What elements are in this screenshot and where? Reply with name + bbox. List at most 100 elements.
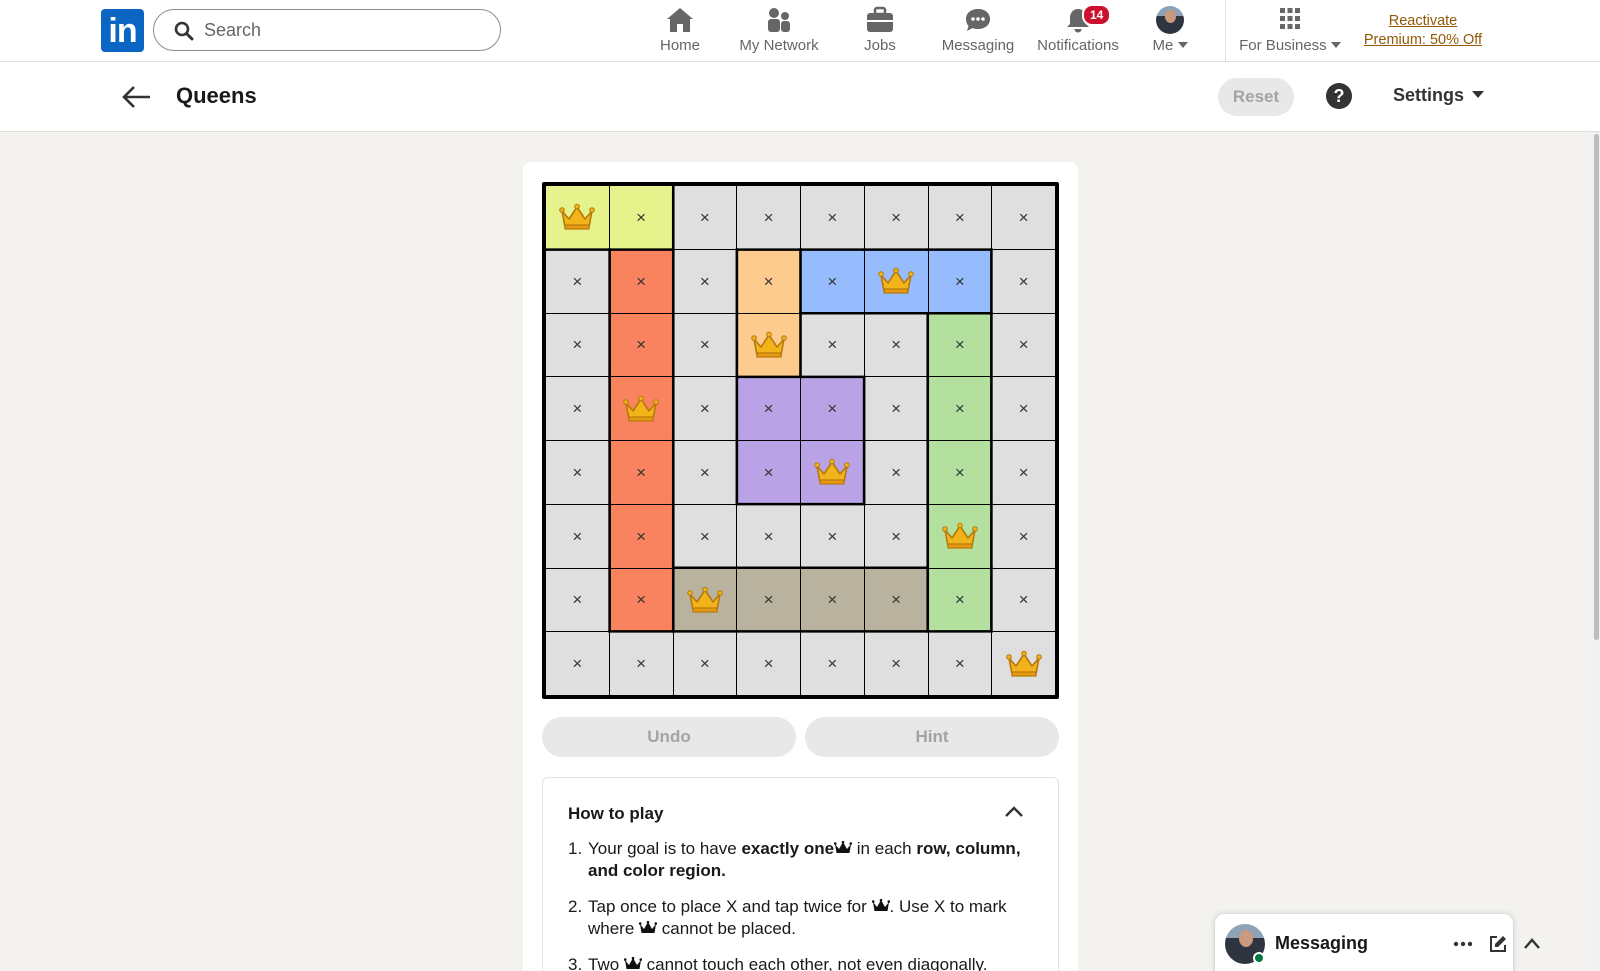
board-cell[interactable] bbox=[928, 504, 992, 568]
board-cell[interactable]: × bbox=[609, 249, 673, 313]
board-cell[interactable]: × bbox=[928, 568, 992, 632]
search-box[interactable] bbox=[153, 9, 501, 51]
board-cell[interactable]: × bbox=[801, 568, 864, 632]
board-cell[interactable]: × bbox=[737, 568, 800, 632]
board-cell[interactable]: × bbox=[801, 504, 864, 568]
x-mark: × bbox=[699, 462, 710, 482]
search-input[interactable] bbox=[204, 18, 484, 42]
board-cell[interactable]: × bbox=[673, 504, 737, 568]
undo-button[interactable]: Undo bbox=[542, 717, 796, 757]
messaging-dock[interactable]: Messaging bbox=[1214, 913, 1540, 971]
board-cell[interactable]: × bbox=[928, 377, 992, 440]
nav-me[interactable]: Me bbox=[1145, 6, 1195, 56]
x-mark: × bbox=[891, 335, 902, 355]
board-cell[interactable]: × bbox=[546, 504, 609, 568]
board-cell[interactable]: × bbox=[609, 313, 673, 377]
nav-for-business[interactable]: For Business bbox=[1238, 6, 1342, 56]
board-cell[interactable] bbox=[546, 186, 609, 249]
board-cell[interactable]: × bbox=[609, 186, 673, 249]
board-cell[interactable]: × bbox=[737, 249, 800, 313]
board-cell[interactable]: × bbox=[801, 313, 864, 377]
linkedin-logo[interactable]: in bbox=[101, 9, 144, 52]
chevron-down-icon bbox=[1330, 42, 1341, 48]
board-cell[interactable]: × bbox=[928, 249, 992, 313]
nav-jobs[interactable]: Jobs bbox=[855, 6, 905, 56]
nav-notifications[interactable]: 14 Notifications bbox=[1033, 4, 1123, 56]
hint-button[interactable]: Hint bbox=[805, 717, 1059, 757]
how-to-play-panel: How to play 1. Your goal is to have exact… bbox=[542, 777, 1059, 971]
help-icon[interactable]: ? bbox=[1326, 83, 1352, 109]
board-cell[interactable]: × bbox=[673, 313, 737, 377]
board-cell[interactable]: × bbox=[609, 632, 673, 695]
board-cell[interactable]: × bbox=[864, 632, 928, 695]
settings-button[interactable]: Settings bbox=[1393, 85, 1485, 106]
compose-icon[interactable] bbox=[1488, 934, 1508, 954]
board-cell[interactable]: × bbox=[673, 186, 737, 249]
chevron-up-icon[interactable] bbox=[1522, 934, 1542, 954]
board-cell[interactable]: × bbox=[546, 249, 609, 313]
board-cell[interactable]: × bbox=[737, 377, 800, 440]
board-cell[interactable]: × bbox=[864, 568, 928, 632]
x-mark: × bbox=[954, 399, 965, 419]
nav-home[interactable]: Home bbox=[650, 6, 710, 56]
board-cell[interactable]: × bbox=[992, 313, 1055, 377]
x-mark: × bbox=[827, 271, 838, 291]
board-cell[interactable]: × bbox=[864, 504, 928, 568]
board-cell[interactable] bbox=[801, 441, 864, 504]
board-cell[interactable] bbox=[864, 249, 928, 313]
board-cell[interactable]: × bbox=[928, 313, 992, 377]
board-cell[interactable]: × bbox=[928, 441, 992, 504]
scrollbar-thumb[interactable] bbox=[1594, 134, 1599, 640]
board-cell[interactable]: × bbox=[609, 568, 673, 632]
board-cell[interactable]: × bbox=[864, 377, 928, 440]
board-cell[interactable]: × bbox=[864, 313, 928, 377]
chevron-up-icon[interactable] bbox=[1003, 804, 1025, 820]
more-options-icon[interactable] bbox=[1452, 934, 1474, 954]
board-cell[interactable]: × bbox=[992, 186, 1055, 249]
board-cell[interactable]: × bbox=[609, 504, 673, 568]
board-cell[interactable]: × bbox=[928, 632, 992, 695]
page-title: Queens bbox=[176, 83, 257, 108]
board-cell[interactable]: × bbox=[864, 186, 928, 249]
premium-line-1: Reactivate bbox=[1388, 13, 1458, 29]
board-cell[interactable]: × bbox=[864, 441, 928, 504]
x-mark: × bbox=[891, 654, 902, 674]
board-cell[interactable]: × bbox=[801, 377, 864, 440]
board-cell[interactable]: × bbox=[992, 377, 1055, 440]
board-cell[interactable]: × bbox=[737, 186, 800, 249]
board-cell[interactable]: × bbox=[801, 249, 864, 313]
board-cell[interactable] bbox=[673, 568, 737, 632]
board-cell[interactable]: × bbox=[992, 504, 1055, 568]
board-cell[interactable]: × bbox=[801, 632, 864, 695]
board-cell[interactable]: × bbox=[992, 441, 1055, 504]
board-cell[interactable]: × bbox=[928, 186, 992, 249]
board-cell[interactable]: × bbox=[609, 441, 673, 504]
board-cell[interactable] bbox=[992, 632, 1055, 695]
nav-divider bbox=[1225, 0, 1226, 62]
board-cell[interactable]: × bbox=[673, 249, 737, 313]
back-arrow-icon[interactable] bbox=[120, 82, 152, 112]
crown-icon bbox=[871, 899, 890, 911]
x-mark: × bbox=[636, 526, 647, 546]
board-cell[interactable]: × bbox=[546, 377, 609, 440]
board-cell[interactable]: × bbox=[992, 568, 1055, 632]
reset-button[interactable]: Reset bbox=[1218, 78, 1294, 116]
nav-my-network[interactable]: My Network bbox=[734, 6, 824, 56]
x-mark: × bbox=[763, 526, 774, 546]
board-cell[interactable]: × bbox=[737, 632, 800, 695]
board-cell[interactable]: × bbox=[546, 441, 609, 504]
board-cell[interactable]: × bbox=[992, 249, 1055, 313]
board-cell[interactable] bbox=[737, 313, 800, 377]
board-cell[interactable]: × bbox=[546, 568, 609, 632]
board-cell[interactable]: × bbox=[673, 441, 737, 504]
premium-link[interactable]: Reactivate Premium: 50% Off bbox=[1358, 12, 1488, 50]
board-cell[interactable]: × bbox=[673, 377, 737, 440]
nav-messaging[interactable]: Messaging bbox=[938, 6, 1018, 56]
board-cell[interactable]: × bbox=[546, 632, 609, 695]
board-cell[interactable]: × bbox=[737, 441, 800, 504]
board-cell[interactable]: × bbox=[673, 632, 737, 695]
board-cell[interactable] bbox=[609, 377, 673, 440]
board-cell[interactable]: × bbox=[737, 504, 800, 568]
board-cell[interactable]: × bbox=[801, 186, 864, 249]
board-cell[interactable]: × bbox=[546, 313, 609, 377]
